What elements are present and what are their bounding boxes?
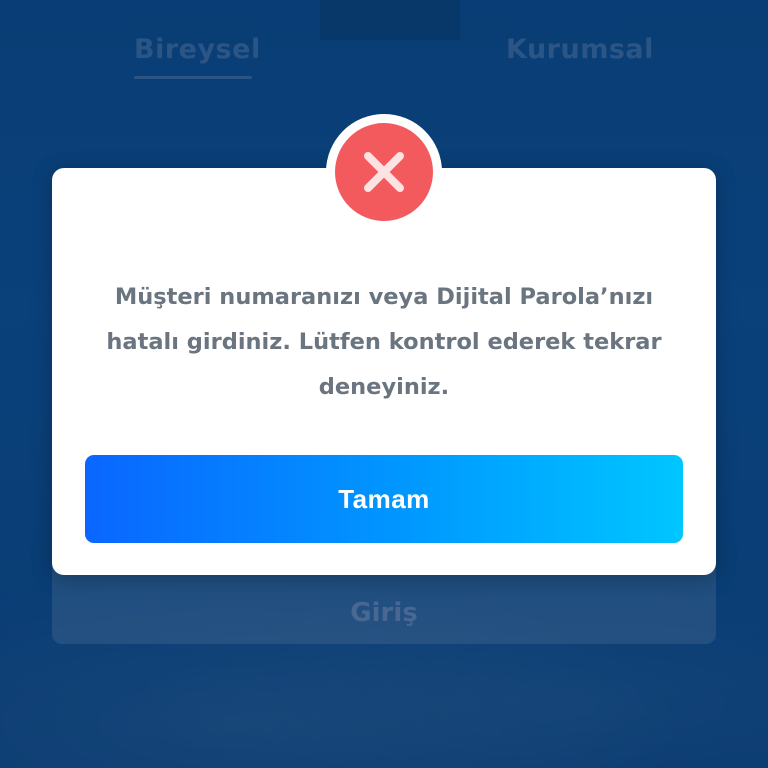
error-x-icon bbox=[335, 123, 433, 221]
error-message-line: hatalı girdiniz. Lütfen kontrol ederek t… bbox=[106, 329, 662, 355]
error-message: Müşteri numaranızı veya Dijital Parola’n… bbox=[92, 275, 676, 410]
ok-button-label: Tamam bbox=[338, 483, 430, 514]
error-message-line: Müşteri numaranızı veya Dijital Parola’n… bbox=[114, 284, 654, 310]
close-x-icon bbox=[364, 152, 404, 192]
login-screen: Bireysel Kurumsal Giriş Müşteri numaranı… bbox=[0, 0, 768, 768]
ok-button[interactable]: Tamam bbox=[85, 455, 683, 543]
error-message-line: deneyiniz. bbox=[318, 374, 450, 400]
